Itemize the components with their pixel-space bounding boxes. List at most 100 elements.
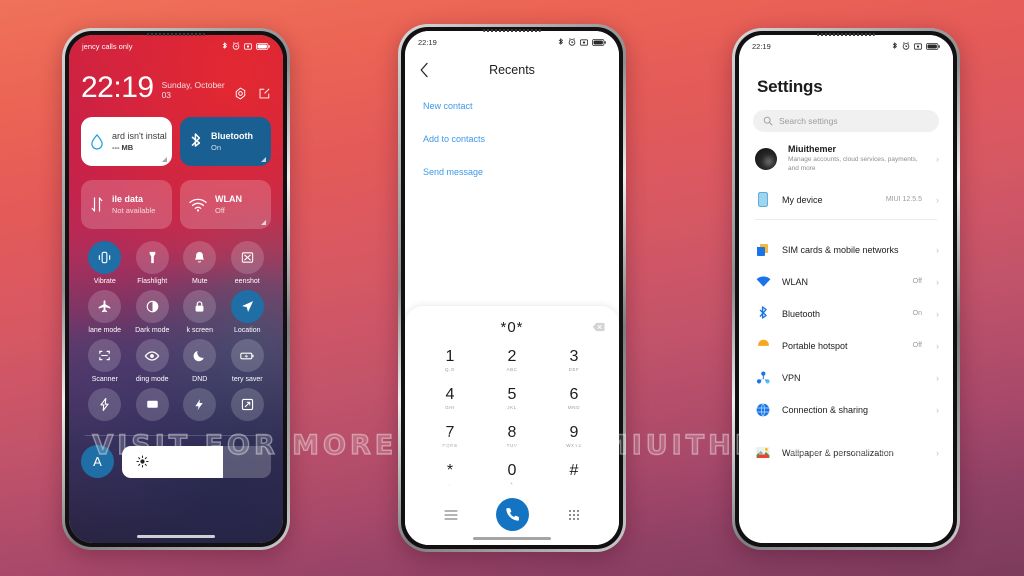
card-sub: Off xyxy=(215,206,225,215)
key-7[interactable]: 7 PQRS xyxy=(419,418,481,456)
settings-screen: 22:19 Settings Search settings Miuitheme… xyxy=(739,35,953,543)
key-digit: 9 xyxy=(569,424,579,441)
account-row[interactable]: Miuithemer Manage accounts, cloud servic… xyxy=(739,132,953,184)
divider xyxy=(755,218,937,220)
key-1[interactable]: 1 Q,O xyxy=(419,342,481,380)
toggle-cast[interactable] xyxy=(129,388,177,425)
phone-settings: 22:19 Settings Search settings Miuitheme… xyxy=(732,28,960,550)
settings-app: 22:19 Settings Search settings Miuitheme… xyxy=(739,35,953,543)
settings-item-vpn[interactable]: VPN › xyxy=(739,362,953,394)
toggle-airplane-mode[interactable]: lane mode xyxy=(81,290,129,334)
brightness-fill xyxy=(122,445,224,478)
settings-item-portable-hotspot[interactable]: Portable hotspot Off › xyxy=(739,330,953,362)
carrier-label: jency calls only xyxy=(82,41,133,51)
key-9[interactable]: 9 WXYZ xyxy=(543,418,605,456)
settings-item-wlan[interactable]: WLAN Off › xyxy=(739,266,953,298)
key-0[interactable]: 0 + xyxy=(481,456,543,494)
item-label: Bluetooth xyxy=(782,308,821,319)
item-value: MIUI 12.5.5 xyxy=(885,196,922,204)
bluetooth-icon xyxy=(892,41,898,49)
key-sub: ABC xyxy=(506,367,518,372)
toggle-sync[interactable] xyxy=(224,388,272,425)
settings-item-sim-cards[interactable]: SIM cards & mobile networks › xyxy=(739,234,953,266)
card-title: Bluetooth xyxy=(211,131,253,141)
toggle-battery-saver[interactable]: tery saver xyxy=(224,339,272,383)
settings-item-wallpaper-personalization[interactable]: Wallpaper & personalization › xyxy=(739,437,953,469)
card-bluetooth[interactable]: Bluetooth On xyxy=(180,117,271,166)
brightness-slider[interactable] xyxy=(122,445,271,478)
key-4[interactable]: 4 GHI xyxy=(419,380,481,418)
key-hash[interactable]: # xyxy=(543,456,605,494)
keypad-icon[interactable] xyxy=(568,509,580,521)
phone-dialer: 22:19 Recents New contact Add to contact… xyxy=(398,24,626,552)
toggle-dnd[interactable]: DND xyxy=(176,339,224,383)
key-digit: # xyxy=(569,462,579,479)
wallpaper-icon xyxy=(755,445,771,461)
toggle-screenshot[interactable]: eenshot xyxy=(224,241,272,285)
key-star[interactable]: *, xyxy=(419,456,481,494)
alarm-icon xyxy=(232,42,240,50)
card-storage[interactable]: ard isn't instal --- MB xyxy=(81,117,172,166)
backspace-icon[interactable] xyxy=(592,322,605,332)
auto-brightness-button[interactable]: A xyxy=(81,445,114,478)
search-settings-field[interactable]: Search settings xyxy=(753,110,939,132)
cast-icon xyxy=(147,400,158,408)
card-title: ile data xyxy=(112,194,144,204)
status-time: 22:19 xyxy=(752,41,771,51)
key-2[interactable]: 2 ABC xyxy=(481,342,543,380)
link-send-message[interactable]: Send message xyxy=(423,167,601,177)
card-title: WLAN xyxy=(215,194,242,204)
key-digit: 0 xyxy=(507,462,517,479)
toggle-location[interactable]: Location xyxy=(224,290,272,334)
key-sub: GHI xyxy=(445,405,455,410)
call-button[interactable] xyxy=(496,498,530,531)
key-5[interactable]: 5 JKL xyxy=(481,380,543,418)
toggle-flashlight[interactable]: Flashlight xyxy=(129,241,177,285)
settings-item-connection-sharing[interactable]: Connection & sharing › xyxy=(739,394,953,426)
edit-icon[interactable] xyxy=(258,87,271,100)
toggle-lightning[interactable] xyxy=(81,388,129,425)
settings-item-my-device[interactable]: My device MIUI 12.5.5 › xyxy=(739,184,953,216)
battery-saver-icon xyxy=(240,352,254,359)
item-label: Portable hotspot xyxy=(782,340,848,351)
card-sub: On xyxy=(211,143,222,152)
scanner-icon xyxy=(99,350,111,361)
key-3[interactable]: 3 DEF xyxy=(543,342,605,380)
earpiece-speaker-icon xyxy=(817,33,875,36)
card-mobile-data[interactable]: ile data Not available xyxy=(81,180,172,229)
home-indicator[interactable] xyxy=(473,537,551,540)
item-label: SIM cards & mobile networks xyxy=(782,244,899,255)
chevron-left-icon[interactable] xyxy=(419,62,430,78)
toggle-mute[interactable]: Mute xyxy=(176,241,224,285)
toggle-vibrate[interactable]: Vibrate xyxy=(81,241,129,285)
link-new-contact[interactable]: New contact xyxy=(423,101,601,111)
toggle-ultra-battery[interactable] xyxy=(176,388,224,425)
dialer-action-links: New contact Add to contacts Send message xyxy=(405,87,619,200)
toggle-dark-mode[interactable]: Dark mode xyxy=(129,290,177,334)
resize-corner-icon xyxy=(162,157,167,162)
link-add-to-contacts[interactable]: Add to contacts xyxy=(423,134,601,144)
key-digit: 8 xyxy=(507,424,517,441)
key-8[interactable]: 8 TUV xyxy=(481,418,543,456)
item-label: Connection & sharing xyxy=(782,404,869,415)
key-6[interactable]: 6 MNO xyxy=(543,380,605,418)
dialed-number-row: *0* xyxy=(405,314,619,340)
card-wlan[interactable]: WLAN Off xyxy=(180,180,271,229)
key-sub: WXYZ xyxy=(566,443,582,448)
chevron-right-icon: › xyxy=(936,308,939,319)
key-digit: * xyxy=(446,462,454,479)
menu-icon[interactable] xyxy=(444,509,458,521)
phone-bezel: 22:19 Settings Search settings Miuitheme… xyxy=(735,31,957,547)
settings-item-bluetooth[interactable]: Bluetooth On › xyxy=(739,298,953,330)
lockscreen-statusbar: jency calls only xyxy=(69,35,283,57)
dialer-screen: 22:19 Recents New contact Add to contact… xyxy=(405,31,619,545)
toggle-lock-screen[interactable]: k screen xyxy=(176,290,224,334)
settings-gear-icon[interactable] xyxy=(234,87,247,100)
toggle-reading-mode[interactable]: ding mode xyxy=(129,339,177,383)
toggle-scanner[interactable]: Scanner xyxy=(81,339,129,383)
chevron-right-icon: › xyxy=(936,153,939,164)
dialpad-panel: *0* 1 Q,O 2 ABC 3 DEF 4 GHI 5 JKL 6 MNO 7 PQRS … xyxy=(405,306,619,545)
key-digit: 4 xyxy=(445,386,455,403)
home-indicator[interactable] xyxy=(137,535,215,538)
